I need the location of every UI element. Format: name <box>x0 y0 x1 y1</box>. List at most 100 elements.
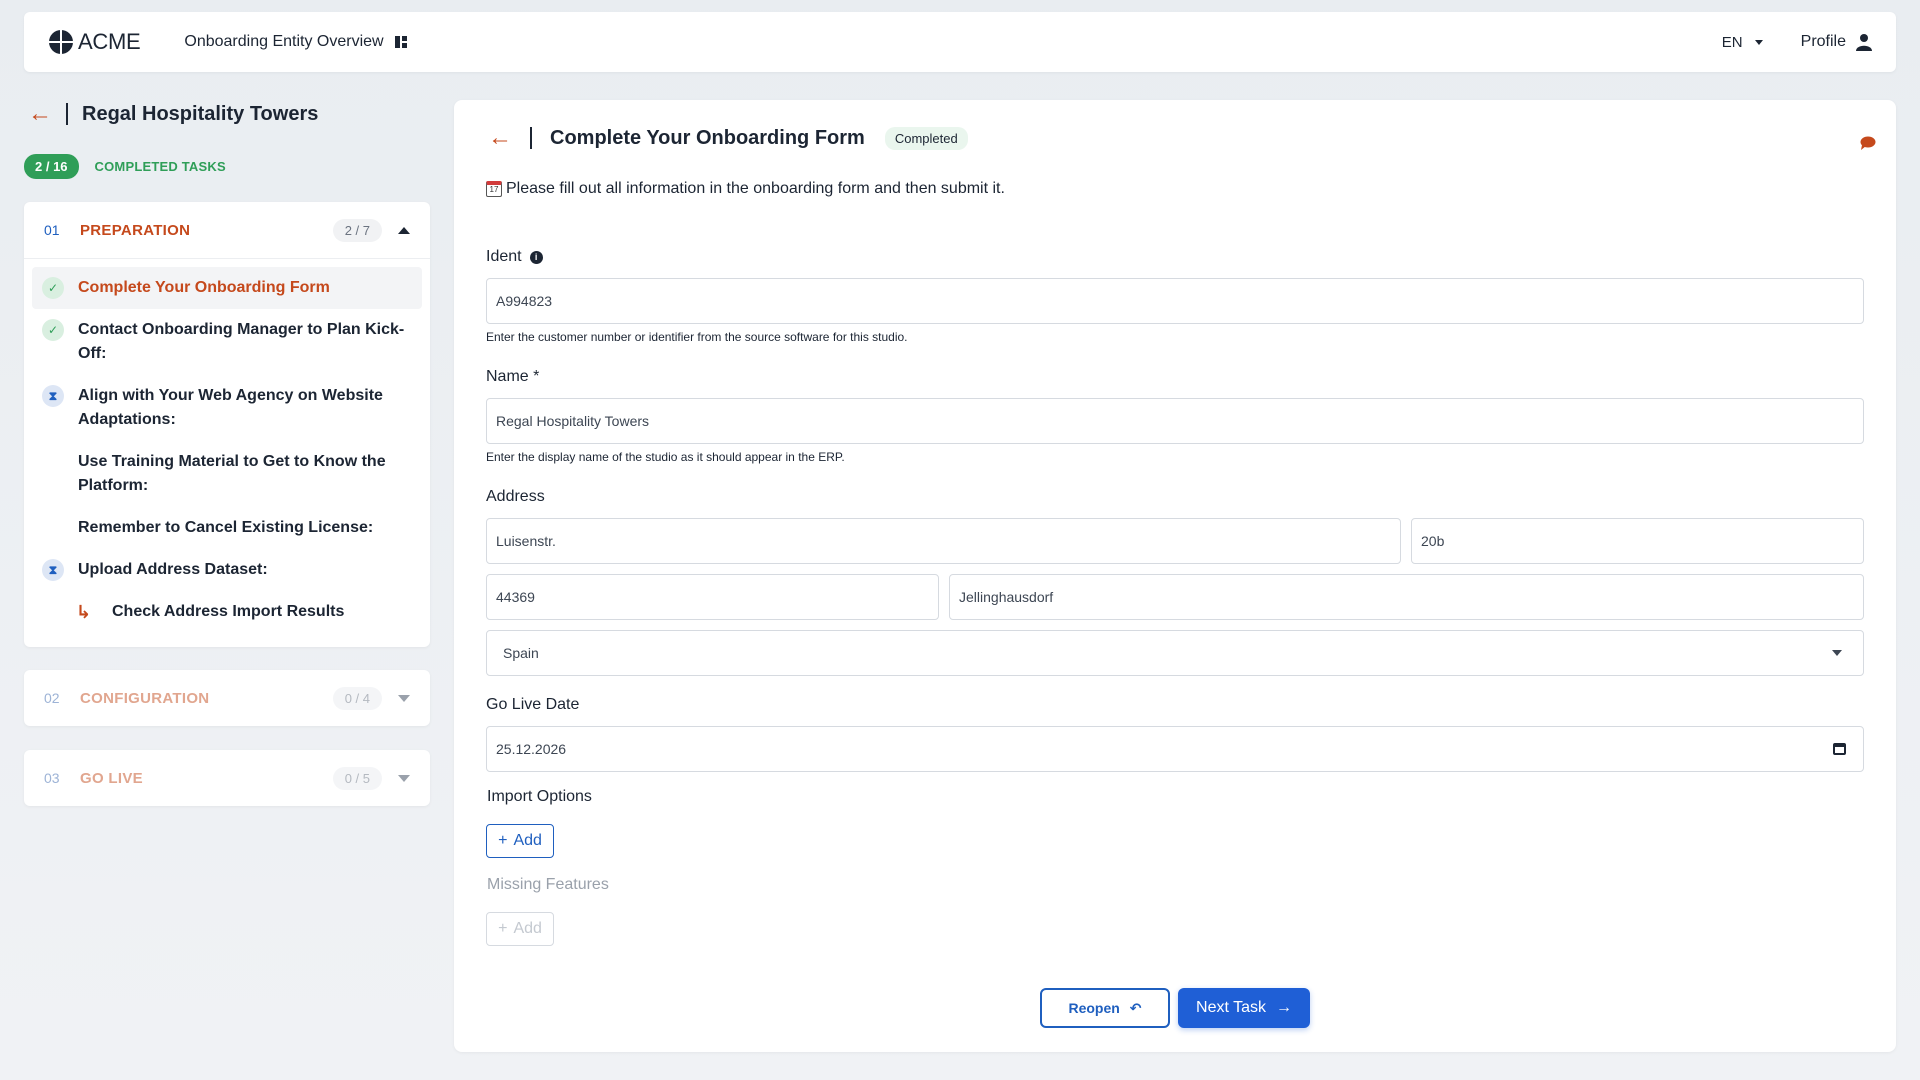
brand-logo[interactable]: ACME <box>48 29 141 55</box>
ident-input[interactable]: A994823 <box>486 278 1864 324</box>
calendar-icon[interactable] <box>1833 743 1846 755</box>
next-task-button[interactable]: Next Task → <box>1178 988 1310 1028</box>
brand-name: ACME <box>78 29 141 54</box>
task-item[interactable]: Remember to Cancel Existing License: <box>32 507 422 549</box>
ident-label-text: Ident <box>486 248 522 265</box>
comment-icon[interactable] <box>1860 136 1876 150</box>
zip-input[interactable]: 44369 <box>486 574 939 620</box>
no-status-icon <box>42 517 64 539</box>
city-input[interactable]: Jellinghausdorf <box>949 574 1864 620</box>
next-task-label: Next Task <box>1196 999 1266 1016</box>
section-count: 2 / 7 <box>332 218 382 242</box>
task-item[interactable]: ✓ Complete Your Onboarding Form <box>32 267 422 309</box>
completed-tasks-label: COMPLETED TASKS <box>94 159 226 174</box>
chevron-down-icon <box>1754 39 1763 45</box>
dashboard-icon <box>394 36 407 48</box>
task-item[interactable]: ⧗ Align with Your Web Agency on Website … <box>32 375 422 441</box>
check-icon: ✓ <box>42 319 64 341</box>
missing-features-label: Missing Features <box>487 876 609 893</box>
ident-label: Ident i <box>486 248 543 266</box>
acme-logo-icon <box>48 29 74 55</box>
task-item[interactable]: ⧗ Upload Address Dataset: <box>32 549 422 591</box>
form-instruction: 17 Please fill out all information in th… <box>486 180 1005 198</box>
instruction-text: Please fill out all information in the o… <box>506 180 1005 197</box>
task-label: Remember to Cancel Existing License: <box>78 519 374 536</box>
task-detail-panel: ← Complete Your Onboarding Form Complete… <box>454 100 1896 1052</box>
go-live-date-value: 25.12.2026 <box>496 741 567 757</box>
entity-title: Regal Hospitality Towers <box>82 102 319 125</box>
address-label: Address <box>486 488 545 505</box>
language-label: EN <box>1721 33 1743 51</box>
task-item[interactable]: Use Training Material to Get to Know the… <box>32 441 422 507</box>
section-title: CONFIGURATION <box>80 689 210 707</box>
add-label: Add <box>513 920 542 937</box>
name-hint: Enter the display name of the studio as … <box>486 450 845 464</box>
section-number: 02 <box>44 690 60 706</box>
ident-hint: Enter the customer number or identifier … <box>486 330 908 344</box>
undo-icon: ↶ <box>1129 999 1142 1016</box>
add-label: Add <box>513 832 542 849</box>
title-divider <box>66 103 68 125</box>
task-label: Complete Your Onboarding Form <box>78 279 330 296</box>
nav-title-label: Onboarding Entity Overview <box>184 33 384 50</box>
task-list: ✓ Complete Your Onboarding Form ✓ Contac… <box>24 259 430 647</box>
subtask-item[interactable]: ↳ Check Address Import Results <box>32 591 422 633</box>
section-go-live: 03 GO LIVE 0 / 5 <box>24 750 430 806</box>
chevron-up-icon[interactable] <box>398 226 410 234</box>
back-arrow-icon[interactable]: ← <box>28 102 52 126</box>
check-icon: ✓ <box>42 277 64 299</box>
chevron-down-icon[interactable] <box>398 694 410 702</box>
section-preparation: 01 PREPARATION 2 / 7 ✓ Complete Your Onb… <box>24 202 430 647</box>
section-count: 0 / 5 <box>332 766 382 790</box>
info-icon[interactable]: i <box>529 250 543 264</box>
task-item[interactable]: ✓ Contact Onboarding Manager to Plan Kic… <box>32 309 422 375</box>
country-value: Spain <box>503 645 539 661</box>
task-label: Contact Onboarding Manager to Plan Kick-… <box>78 321 405 362</box>
back-arrow-icon[interactable]: ← <box>488 126 512 150</box>
section-number: 03 <box>44 770 60 786</box>
section-title: PREPARATION <box>80 221 191 239</box>
language-selector[interactable]: EN <box>1722 34 1763 51</box>
country-select[interactable]: Spain <box>486 630 1864 676</box>
section-header-configuration[interactable]: 02 CONFIGURATION 0 / 4 <box>24 670 430 726</box>
section-header-go-live[interactable]: 03 GO LIVE 0 / 5 <box>24 750 430 806</box>
name-input[interactable]: Regal Hospitality Towers <box>486 398 1864 444</box>
street-input[interactable]: Luisenstr. <box>486 518 1401 564</box>
title-divider <box>530 127 532 149</box>
section-number: 01 <box>44 222 60 238</box>
task-label: Align with Your Web Agency on Website Ad… <box>78 387 383 428</box>
add-missing-feature-button[interactable]: + Add <box>486 912 554 946</box>
task-label: Upload Address Dataset: <box>78 561 268 578</box>
section-header-preparation[interactable]: 01 PREPARATION 2 / 7 <box>24 202 430 258</box>
hourglass-icon: ⧗ <box>42 385 64 407</box>
section-count: 0 / 4 <box>332 686 382 710</box>
calendar-icon: 17 <box>486 181 502 197</box>
profile-label: Profile <box>1800 33 1846 50</box>
nav-onboarding-overview[interactable]: Onboarding Entity Overview <box>184 33 407 51</box>
status-badge: Completed <box>884 126 968 150</box>
no-status-icon <box>42 451 64 473</box>
task-progress: 2 / 16 COMPLETED TASKS <box>24 154 226 179</box>
chevron-down-icon <box>1832 650 1842 656</box>
add-import-option-button[interactable]: + Add <box>486 824 554 858</box>
subtask-arrow-icon: ↳ <box>76 602 92 622</box>
reopen-button[interactable]: Reopen ↶ <box>1040 988 1170 1028</box>
task-label: Use Training Material to Get to Know the… <box>78 453 386 494</box>
section-configuration: 02 CONFIGURATION 0 / 4 <box>24 670 430 726</box>
plus-icon: + <box>498 920 508 937</box>
hourglass-icon: ⧗ <box>42 559 64 581</box>
task-label: Check Address Import Results <box>112 603 345 620</box>
top-bar: ACME Onboarding Entity Overview EN Profi… <box>24 12 1896 72</box>
chevron-down-icon[interactable] <box>398 774 410 782</box>
arrow-right-icon: → <box>1275 999 1292 1016</box>
go-live-date-input[interactable]: 25.12.2026 <box>486 726 1864 772</box>
plus-icon: + <box>498 832 508 849</box>
reopen-label: Reopen <box>1068 1000 1120 1016</box>
user-icon <box>1856 34 1872 51</box>
name-label: Name * <box>486 368 540 385</box>
section-title: GO LIVE <box>80 769 143 787</box>
house-number-input[interactable]: 20b <box>1411 518 1864 564</box>
profile-menu[interactable]: Profile <box>1801 33 1872 51</box>
go-live-label: Go Live Date <box>486 696 580 713</box>
completed-count-badge: 2 / 16 <box>24 154 79 179</box>
